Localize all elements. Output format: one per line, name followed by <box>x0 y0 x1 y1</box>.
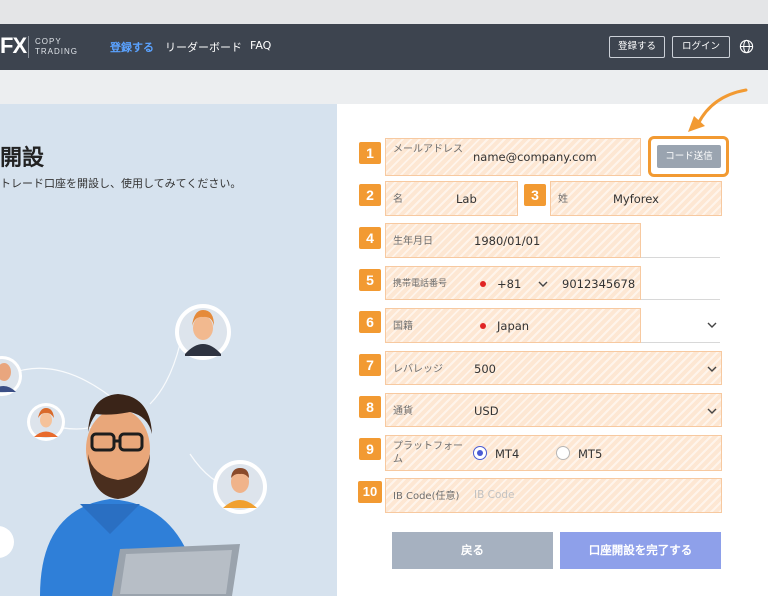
step-badge-2: 2 <box>359 184 381 206</box>
globe-icon[interactable] <box>739 39 754 54</box>
complete-registration-button[interactable]: 口座開設を完了する <box>560 532 721 569</box>
form-panel <box>337 104 768 596</box>
logo-sub-line-1: COPY <box>35 37 62 46</box>
leverage-chevron-icon[interactable] <box>707 366 717 373</box>
phone-field[interactable]: 携帯電話番号 +81 9012345678 <box>385 266 641 300</box>
avatar-man-1 <box>213 460 267 514</box>
leverage-value: 500 <box>474 362 496 376</box>
last-name-label: 姓 <box>558 194 568 205</box>
birthdate-field[interactable]: 生年月日 1980/01/01 <box>385 223 641 258</box>
email-label: メールアドレス <box>393 144 463 155</box>
email-field[interactable]: メールアドレス name@company.com <box>385 138 641 176</box>
step-badge-6: 6 <box>359 311 381 333</box>
nav-register[interactable]: 登録する <box>110 39 154 55</box>
nationality-field[interactable]: 国籍 Japan <box>385 308 641 343</box>
country-code-value[interactable]: +81 <box>497 277 521 291</box>
step-badge-8: 8 <box>359 396 381 418</box>
leverage-select[interactable]: レバレッジ 500 <box>385 351 722 385</box>
nationality-flag-icon <box>480 323 486 329</box>
hero-illustration <box>0 304 267 596</box>
step-badge-5: 5 <box>359 269 381 291</box>
currency-value: USD <box>474 404 499 418</box>
step-badge-4: 4 <box>359 227 381 249</box>
step-badge-10: 10 <box>358 481 382 503</box>
avatar-woman-1 <box>175 304 231 360</box>
step-badge-9: 9 <box>359 438 381 460</box>
top-navbar: FX COPY TRADING 登録する リーダーボード FAQ 登録する ログ… <box>0 24 768 70</box>
site-logo[interactable]: FX <box>0 33 27 59</box>
step-badge-1: 1 <box>359 142 381 164</box>
currency-label: 通貨 <box>393 406 413 417</box>
phone-number-value: 9012345678 <box>562 277 636 291</box>
logo-divider <box>28 36 29 58</box>
step-badge-7: 7 <box>359 354 381 376</box>
first-name-label: 名 <box>393 194 403 205</box>
option-mt4-label[interactable]: MT4 <box>495 447 519 461</box>
register-button[interactable]: 登録する <box>609 36 665 58</box>
sub-header-strip <box>0 70 768 104</box>
country-code-chevron-icon[interactable] <box>538 281 548 288</box>
platform-field: プラットフォーム MT4 MT5 <box>385 435 722 471</box>
send-code-highlight: コード送信 <box>648 136 729 177</box>
logo-subtitle: COPY TRADING <box>35 37 78 57</box>
step-badge-3: 3 <box>524 184 546 206</box>
radio-mt4[interactable] <box>473 446 487 460</box>
arrow-pointer-icon <box>688 88 748 132</box>
nationality-chevron-icon[interactable] <box>707 322 717 329</box>
email-value: name@company.com <box>473 150 597 164</box>
avatar-left-partial <box>0 356 22 396</box>
birthdate-underline <box>641 257 720 258</box>
nav-leaderboard[interactable]: リーダーボード <box>165 39 242 55</box>
leverage-label: レバレッジ <box>393 364 443 375</box>
ib-code-label: IB Code(任意) <box>393 491 460 502</box>
ib-code-input[interactable]: IB Code(任意) IB Code <box>385 478 722 513</box>
logo-sub-line-2: TRADING <box>35 47 78 56</box>
main-character <box>40 394 240 596</box>
option-mt5-label[interactable]: MT5 <box>578 447 602 461</box>
nationality-label: 国籍 <box>393 321 413 332</box>
left-hero-panel: 開設 トレード口座を開設し、使用してみてください。 <box>0 104 337 596</box>
birthdate-value: 1980/01/01 <box>474 234 541 248</box>
last-name-field[interactable]: 姓 Myforex <box>550 181 722 216</box>
send-code-button[interactable]: コード送信 <box>657 145 721 168</box>
birthdate-label: 生年月日 <box>393 236 433 247</box>
platform-label: プラットフォーム <box>393 441 463 465</box>
login-button[interactable]: ログイン <box>672 36 730 58</box>
avatar-woman-2 <box>27 403 65 441</box>
ib-code-placeholder: IB Code <box>474 489 515 501</box>
phone-underline <box>641 299 720 300</box>
back-button[interactable]: 戻る <box>392 532 553 569</box>
radio-mt5[interactable] <box>556 446 570 460</box>
last-name-value: Myforex <box>613 192 659 206</box>
currency-chevron-icon[interactable] <box>707 408 717 415</box>
phone-label: 携帯電話番号 <box>393 279 448 289</box>
nationality-underline <box>641 342 720 343</box>
top-gap <box>0 0 768 24</box>
first-name-value: Lab <box>456 192 477 206</box>
currency-select[interactable]: 通貨 USD <box>385 393 722 427</box>
country-flag-icon <box>480 281 486 287</box>
first-name-field[interactable]: 名 Lab <box>385 181 518 216</box>
nav-faq[interactable]: FAQ <box>250 39 271 52</box>
nationality-value: Japan <box>497 319 530 333</box>
